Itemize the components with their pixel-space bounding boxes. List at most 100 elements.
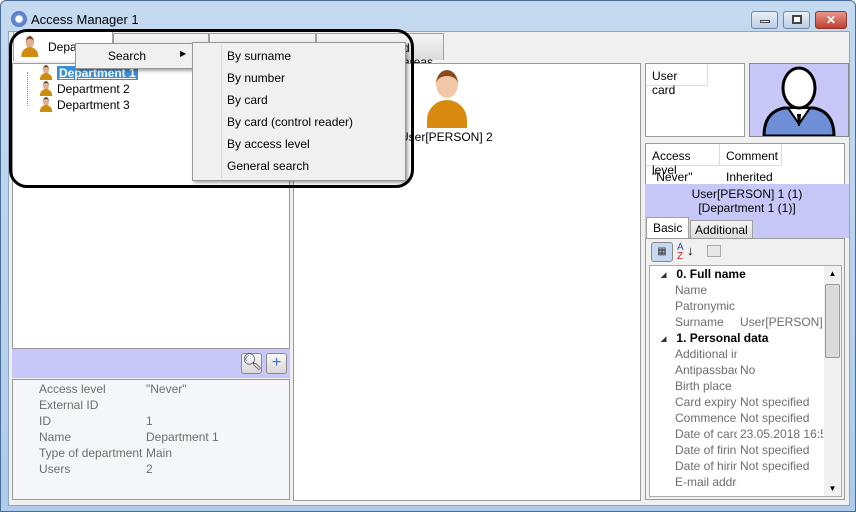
property-name: Name <box>675 283 708 297</box>
scroll-thumb[interactable] <box>825 284 840 358</box>
app-window: Access Manager 1 ✕ Depa d areas Departme… <box>0 0 856 512</box>
categorized-icon: ▦ <box>657 246 667 257</box>
property-name: Card expiry d <box>675 395 737 409</box>
property-row[interactable]: Patronymic <box>675 299 823 313</box>
categorized-button[interactable]: ▦ <box>651 242 673 262</box>
property-name: Date of hiring <box>675 459 737 473</box>
user-photo <box>749 63 849 138</box>
property-name: Name <box>39 430 72 444</box>
property-value: "Never" <box>146 382 187 396</box>
user-tile[interactable]: User[PERSON] 2 <box>400 68 493 144</box>
property-name: Additional inf <box>675 347 737 361</box>
search-button[interactable]: 🔍︎ <box>241 353 262 374</box>
tree-item-label: Department 2 <box>57 82 130 96</box>
property-row[interactable]: AntipassbackNo <box>675 363 823 377</box>
sort-az-icon: AZ <box>677 242 684 262</box>
sort-arrow-icon: ↓ <box>687 243 694 258</box>
tree-item[interactable]: Department 3 <box>39 97 130 113</box>
person-icon <box>20 36 40 58</box>
tab-additional[interactable]: Additional <box>690 220 753 238</box>
property-category[interactable]: 0. Full name <box>661 267 745 281</box>
submenu-arrow-icon: ▶ <box>180 49 187 58</box>
property-name: ID <box>39 414 51 428</box>
property-row[interactable]: Name <box>675 283 823 297</box>
department-icon <box>39 97 53 113</box>
property-row[interactable]: CommencemNot specified <box>675 411 823 425</box>
scroll-up-icon[interactable]: ▲ <box>824 269 841 278</box>
maximize-button[interactable] <box>783 11 810 29</box>
menu-item[interactable]: General search <box>227 159 309 173</box>
property-row[interactable]: Birth place <box>675 379 823 393</box>
scroll-down-icon[interactable]: ▼ <box>824 484 841 493</box>
property-name: Users <box>39 462 71 476</box>
column-header[interactable]: Comment <box>720 144 782 166</box>
selected-user-name: User[PERSON] 1 (1) <box>691 187 803 201</box>
property-row[interactable]: Surname User[PERSON] 1 <box>675 315 823 329</box>
column-header[interactable]: User card <box>646 64 708 97</box>
property-row: Type of department Main <box>39 446 172 460</box>
menu-item[interactable]: By card <box>227 93 268 107</box>
sort-alpha-button[interactable]: AZ <box>677 242 684 262</box>
property-name: Date of firing <box>675 443 737 457</box>
column-header[interactable]: Access level <box>646 144 720 177</box>
scrollbar[interactable]: ▲ ▼ <box>824 266 841 496</box>
property-name: Type of department <box>39 446 143 460</box>
menu-item-search[interactable]: Search <box>108 49 146 63</box>
tree-item[interactable]: Department 2 <box>39 81 130 97</box>
property-name: Antipassback <box>675 363 737 377</box>
property-name: Commencem <box>675 411 737 425</box>
user-card-table: User card <box>645 63 745 137</box>
tab-label: Basic <box>653 221 683 235</box>
property-row: Name Department 1 <box>39 430 219 444</box>
property-value: Main <box>146 446 173 460</box>
property-name: Date of card <box>675 427 737 441</box>
property-row[interactable]: Date of card23.05.2018 16:53 <box>675 427 823 441</box>
window-title: Access Manager 1 <box>31 12 139 27</box>
property-row[interactable]: Additional inf <box>675 347 823 361</box>
menu-item[interactable]: By access level <box>227 137 310 151</box>
property-row[interactable]: E-mail addres <box>675 475 823 489</box>
property-value: 23.05.2018 16:53 <box>740 427 823 441</box>
property-value: Not specified <box>740 459 810 473</box>
property-name: E-mail addres <box>675 475 737 489</box>
property-value: Not specified <box>740 411 810 425</box>
selected-user-department: [Department 1 (1)] <box>698 201 796 215</box>
property-name: Surname <box>675 315 724 329</box>
property-row: Access level "Never" <box>39 382 187 396</box>
property-row: External ID <box>39 398 98 412</box>
property-value: 1 <box>146 414 153 428</box>
cell: Inherited <box>726 170 773 184</box>
context-menu: Search ▶ <box>75 43 194 69</box>
menu-item[interactable]: By surname <box>227 49 291 63</box>
department-icon <box>39 81 53 97</box>
tree-item-label: Department 3 <box>57 98 130 112</box>
search-icon: 🔍︎ <box>242 354 263 371</box>
property-value: Department 1 <box>146 430 219 444</box>
property-value: 2 <box>146 462 153 476</box>
add-button[interactable]: + <box>266 353 287 374</box>
plus-icon: + <box>271 354 282 371</box>
tab-label: Depa <box>48 40 77 54</box>
property-row[interactable]: Card expiry dNot specified <box>675 395 823 409</box>
minimize-button[interactable] <box>751 11 778 29</box>
property-row: Users 2 <box>39 462 153 476</box>
property-row: ID 1 <box>39 414 153 428</box>
property-category[interactable]: 1. Personal data <box>661 331 768 345</box>
tab-label: Additional <box>695 223 748 237</box>
access-level-table: Access level Comment "Never" Inherited <box>645 143 845 185</box>
search-submenu: By surname By number By card By card (contr… <box>192 42 406 181</box>
cell: "Never" <box>652 170 693 184</box>
property-row[interactable]: Date of firing Not specified <box>675 443 823 457</box>
property-value: User[PERSON] 1 <box>740 315 823 329</box>
close-button[interactable]: ✕ <box>815 11 847 29</box>
menu-item[interactable]: By card (control reader) <box>227 115 353 129</box>
property-name: Access level <box>39 382 106 396</box>
tree-lines <box>27 72 39 106</box>
menu-item[interactable]: By number <box>227 71 285 85</box>
property-row[interactable]: Date of hiringNot specified <box>675 459 823 473</box>
property-pages-icon[interactable] <box>707 245 721 257</box>
app-icon <box>11 11 27 27</box>
tab-basic[interactable]: Basic <box>646 217 690 239</box>
user-silhouette-icon <box>762 66 836 138</box>
property-value: Not specified <box>740 395 810 409</box>
